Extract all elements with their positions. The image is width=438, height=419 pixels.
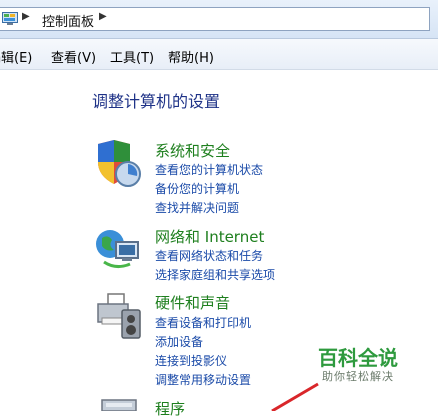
annotation-arrow	[271, 382, 319, 411]
